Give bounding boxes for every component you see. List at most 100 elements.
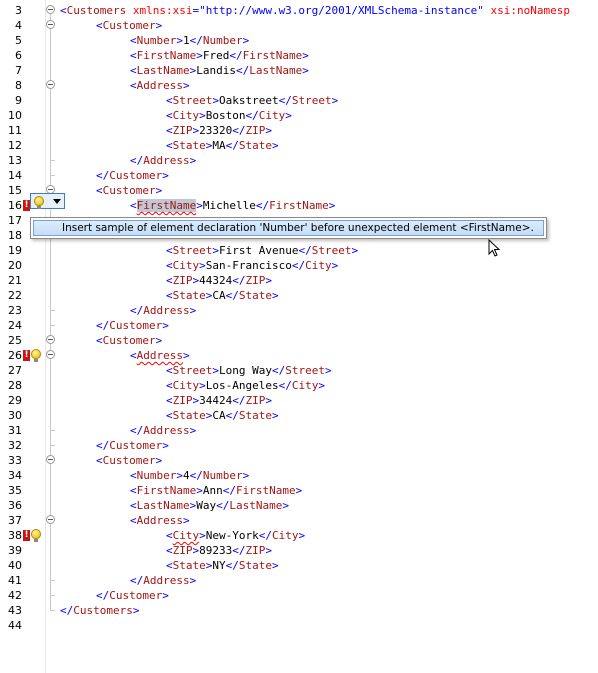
line-number: 20 — [8, 259, 22, 272]
code-line-39[interactable]: 39 <ZIP>89233</ZIP> — [0, 543, 598, 558]
line-content: <FirstName>Ann</FirstName> — [130, 484, 303, 497]
code-line-26[interactable]: 26 ! <Address> — [0, 348, 598, 363]
code-line-41[interactable]: 41 </Address> — [0, 573, 598, 588]
fold-end-marker — [50, 588, 55, 596]
code-line-9[interactable]: 9 <Street>Oakstreet</Street> — [0, 93, 598, 108]
code-line-25[interactable]: 25 <Customer> — [0, 333, 598, 348]
code-line-31[interactable]: 31 </Address> — [0, 423, 598, 438]
code-line-7[interactable]: 7 <LastName>Landis</LastName> — [0, 63, 598, 78]
code-line-21[interactable]: 21 <ZIP>44324</ZIP> — [0, 273, 598, 288]
code-line-8[interactable]: 8 <Address> — [0, 78, 598, 93]
code-line-33[interactable]: 33 <Customer> — [0, 453, 598, 468]
code-line-43[interactable]: 43 </Customers> — [0, 603, 598, 618]
dropdown-arrow-icon — [53, 199, 61, 204]
line-content: <Customers xmlns:xsi="http://www.w3.org/… — [60, 4, 570, 17]
lightbulb-icon[interactable] — [31, 529, 41, 542]
line-number: 22 — [8, 289, 22, 302]
line-content: <Street>First Avenue</Street> — [166, 244, 359, 257]
code-line-24[interactable]: 24 </Customer> — [0, 318, 598, 333]
code-line-30[interactable]: 30 <State>CA</State> — [0, 408, 598, 423]
fold-end-marker — [50, 573, 55, 581]
line-number: 37 — [8, 514, 22, 527]
line-number: 41 — [8, 574, 22, 587]
line-number: 4 — [15, 19, 22, 32]
fold-end-marker — [50, 438, 55, 446]
quickfix-button[interactable] — [30, 193, 65, 209]
line-number: 38 — [8, 529, 22, 542]
line-content: <City>San-Francisco</City> — [166, 259, 339, 272]
fold-toggle-icon[interactable] — [46, 515, 55, 524]
code-line-20[interactable]: 20 <City>San-Francisco</City> — [0, 258, 598, 273]
error-icon[interactable]: ! — [23, 350, 30, 361]
line-number: 19 — [8, 244, 22, 257]
lightbulb-icon[interactable] — [31, 349, 41, 362]
line-number: 9 — [15, 94, 22, 107]
code-line-38[interactable]: 38 ! <City>New-York</City> — [0, 528, 598, 543]
line-content: <Street>Long Way</Street> — [166, 364, 332, 377]
fold-toggle-icon[interactable] — [46, 335, 55, 344]
fold-toggle-icon[interactable] — [46, 455, 55, 464]
line-content: <Customer> — [96, 19, 163, 32]
code-line-10[interactable]: 10 <City>Boston</City> — [0, 108, 598, 123]
fold-toggle-icon[interactable] — [46, 20, 55, 29]
line-number: 21 — [8, 274, 22, 287]
code-line-14[interactable]: 14 </Customer> — [0, 168, 598, 183]
fold-end-marker — [50, 318, 55, 326]
code-line-35[interactable]: 35 <FirstName>Ann</FirstName> — [0, 483, 598, 498]
code-line-13[interactable]: 13 </Address> — [0, 153, 598, 168]
error-icon[interactable]: ! — [23, 530, 30, 541]
xml-editor[interactable]: 3 <Customers xmlns:xsi="http://www.w3.or… — [0, 0, 598, 673]
fold-toggle-icon[interactable] — [46, 350, 55, 359]
line-content: <ZIP>34424</ZIP> — [166, 394, 272, 407]
code-line-16[interactable]: 16 ! <FirstName>Michelle</FirstName> — [0, 198, 598, 213]
fold-toggle-icon[interactable] — [46, 80, 55, 89]
line-number: 5 — [15, 34, 22, 47]
code-line-34[interactable]: 34 <Number>4</Number> — [0, 468, 598, 483]
fold-end-marker — [50, 168, 55, 176]
line-content: </Customer> — [96, 319, 169, 332]
line-content: </Customer> — [96, 169, 169, 182]
code-line-12[interactable]: 12 <State>MA</State> — [0, 138, 598, 153]
line-content: </Customer> — [96, 439, 169, 452]
code-line-40[interactable]: 40 <State>NY</State> — [0, 558, 598, 573]
line-content: <Address> — [130, 349, 190, 362]
line-number: 13 — [8, 154, 22, 167]
line-content: <FirstName>Fred</FirstName> — [130, 49, 309, 62]
quickfix-menu-item[interactable]: Insert sample of element declaration 'Nu… — [33, 220, 544, 236]
code-line-27[interactable]: 27 <Street>Long Way</Street> — [0, 363, 598, 378]
line-content: <Customer> — [96, 334, 163, 347]
line-number: 18 — [8, 229, 22, 242]
code-line-3[interactable]: 3 <Customers xmlns:xsi="http://www.w3.or… — [0, 3, 598, 18]
line-content: <City>New-York</City> — [166, 529, 306, 542]
code-line-37[interactable]: 37 <Address> — [0, 513, 598, 528]
line-content: <ZIP>44324</ZIP> — [166, 274, 272, 287]
code-line-28[interactable]: 28 <City>Los-Angeles</City> — [0, 378, 598, 393]
line-number: 3 — [15, 4, 22, 17]
line-number: 16 — [8, 199, 22, 212]
code-line-44[interactable]: 44 — [0, 618, 598, 633]
line-content: <FirstName>Michelle</FirstName> — [130, 199, 336, 212]
line-number: 27 — [8, 364, 22, 377]
code-line-15[interactable]: 15 <Customer> — [0, 183, 598, 198]
code-line-4[interactable]: 4 <Customer> — [0, 18, 598, 33]
error-icon[interactable]: ! — [23, 200, 30, 211]
code-line-5[interactable]: 5 <Number>1</Number> — [0, 33, 598, 48]
line-number: 34 — [8, 469, 22, 482]
code-line-42[interactable]: 42 </Customer> — [0, 588, 598, 603]
line-number: 30 — [8, 409, 22, 422]
line-number: 35 — [8, 484, 22, 497]
fold-toggle-icon[interactable] — [46, 5, 55, 14]
code-line-32[interactable]: 32 </Customer> — [0, 438, 598, 453]
line-number: 10 — [8, 109, 22, 122]
code-line-23[interactable]: 23 </Address> — [0, 303, 598, 318]
line-number: 15 — [8, 184, 22, 197]
line-number: 24 — [8, 319, 22, 332]
code-line-19[interactable]: 19 <Street>First Avenue</Street> — [0, 243, 598, 258]
code-line-22[interactable]: 22 <State>CA</State> — [0, 288, 598, 303]
code-line-29[interactable]: 29 <ZIP>34424</ZIP> — [0, 393, 598, 408]
code-line-6[interactable]: 6 <FirstName>Fred</FirstName> — [0, 48, 598, 63]
code-line-36[interactable]: 36 <LastName>Way</LastName> — [0, 498, 598, 513]
code-line-11[interactable]: 11 <ZIP>23320</ZIP> — [0, 123, 598, 138]
line-number: 12 — [8, 139, 22, 152]
line-content: <ZIP>23320</ZIP> — [166, 124, 272, 137]
